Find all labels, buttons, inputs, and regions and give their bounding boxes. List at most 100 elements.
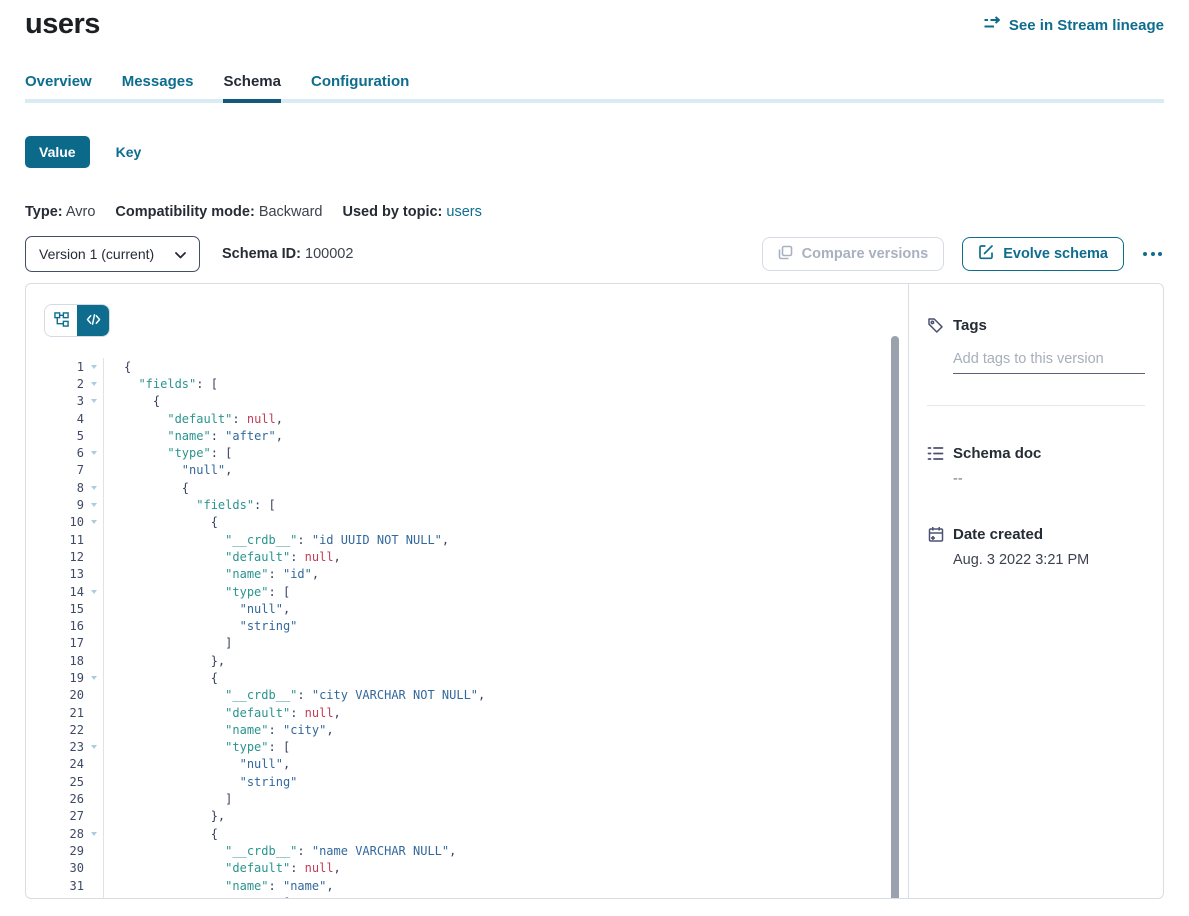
tree-view-button[interactable] (45, 305, 77, 336)
code-line: 10 { (44, 514, 908, 531)
gutter (84, 617, 104, 634)
calendar-plus-icon (927, 526, 944, 543)
code-text: "type": [ (104, 896, 290, 898)
gutter (84, 652, 104, 669)
compare-versions-button[interactable]: Compare versions (762, 237, 945, 271)
code-view-button[interactable] (77, 305, 109, 336)
code-line: 1{ (44, 358, 908, 375)
stream-lineage-link[interactable]: See in Stream lineage (984, 16, 1164, 34)
code-text: "null", (104, 757, 290, 771)
details-sidebar: Tags Schema doc -- (908, 284, 1163, 898)
code-text: }, (104, 654, 225, 668)
code-text: "default": null, (104, 706, 341, 720)
code-line: 32 "type": [ (44, 894, 908, 898)
fold-toggle-icon[interactable] (91, 486, 97, 490)
line-number: 1 (44, 360, 84, 374)
tab-configuration[interactable]: Configuration (311, 73, 409, 103)
evolve-schema-button[interactable]: Evolve schema (962, 237, 1124, 271)
chevron-down-icon (175, 246, 186, 262)
topic-link[interactable]: users (446, 204, 481, 220)
gutter (84, 566, 104, 583)
code-text: "string" (104, 619, 297, 633)
tab-schema[interactable]: Schema (223, 73, 281, 103)
code-text: }, (104, 809, 225, 823)
fold-toggle-icon[interactable] (91, 382, 97, 386)
gutter (84, 842, 104, 859)
line-number: 32 (44, 896, 84, 898)
code-line: 27 }, (44, 808, 908, 825)
line-number: 12 (44, 550, 84, 564)
code-lines: 1{2 "fields": [3 {4 "default": null,5 "n… (44, 358, 908, 898)
code-line: 14 "type": [ (44, 583, 908, 600)
fold-toggle-icon[interactable] (91, 399, 97, 403)
more-options-button[interactable] (1141, 246, 1164, 262)
code-line: 29 "__crdb__": "name VARCHAR NULL", (44, 842, 908, 859)
add-tags-input[interactable] (953, 349, 1145, 374)
code-line: 23 "type": [ (44, 739, 908, 756)
code-line: 22 "name": "city", (44, 721, 908, 738)
used-by-topic-field: Used by topic: users (342, 204, 481, 220)
tab-messages[interactable]: Messages (122, 73, 194, 103)
list-icon (927, 446, 944, 461)
code-text: "type": [ (104, 585, 290, 599)
code-line: 24 "null", (44, 756, 908, 773)
schema-page: users See in Stream lineage Overview Mes… (0, 0, 1189, 899)
stream-lineage-icon (984, 16, 1001, 34)
code-text: { (104, 827, 218, 841)
fold-toggle-icon[interactable] (91, 520, 97, 524)
code-text: "type": [ (104, 740, 290, 754)
line-number: 16 (44, 619, 84, 633)
code-text: "null", (104, 463, 232, 477)
code-line: 19 { (44, 669, 908, 686)
code-line: 18 }, (44, 652, 908, 669)
fold-toggle-icon[interactable] (91, 365, 97, 369)
line-number: 25 (44, 775, 84, 789)
code-text: { (104, 481, 189, 495)
line-number: 29 (44, 844, 84, 858)
code-text: "fields": [ (104, 498, 276, 512)
tab-overview[interactable]: Overview (25, 73, 92, 103)
line-number: 5 (44, 429, 84, 443)
fold-toggle-icon[interactable] (91, 745, 97, 749)
version-select-value: Version 1 (current) (39, 246, 154, 262)
gutter (84, 583, 104, 600)
code-text: "fields": [ (104, 377, 218, 391)
used-by-topic-label: Used by topic: (342, 204, 442, 220)
fold-toggle-icon[interactable] (91, 451, 97, 455)
line-number: 15 (44, 602, 84, 616)
value-toggle-button[interactable]: Value (25, 136, 90, 168)
code-text: "default": null, (104, 861, 341, 875)
line-number: 17 (44, 636, 84, 650)
code-text: "name": "after", (104, 429, 283, 443)
compare-versions-icon (778, 245, 793, 264)
tag-icon (927, 317, 944, 334)
fold-toggle-icon[interactable] (91, 832, 97, 836)
fold-toggle-icon[interactable] (91, 590, 97, 594)
code-line: 16 "string" (44, 617, 908, 634)
schema-panel: 1{2 "fields": [3 {4 "default": null,5 "n… (25, 283, 1164, 899)
schema-id-field: Schema ID: 100002 (222, 246, 353, 262)
tags-title: Tags (953, 317, 987, 334)
line-number: 3 (44, 394, 84, 408)
gutter (84, 462, 104, 479)
gutter (84, 669, 104, 686)
code-scrollbar[interactable] (891, 336, 899, 898)
line-number: 7 (44, 463, 84, 477)
gutter (84, 375, 104, 392)
code-text: "__crdb__": "id UUID NOT NULL", (104, 533, 449, 547)
fold-toggle-icon[interactable] (91, 676, 97, 680)
code-text: "string" (104, 775, 297, 789)
code-line: 12 "default": null, (44, 548, 908, 565)
line-number: 31 (44, 879, 84, 893)
code-line: 26 ] (44, 790, 908, 807)
tags-section-header: Tags (927, 317, 1145, 334)
key-toggle-link[interactable]: Key (116, 144, 142, 160)
line-number: 21 (44, 706, 84, 720)
page-title: users (25, 8, 100, 41)
schema-doc-header: Schema doc (927, 445, 1145, 462)
compare-versions-label: Compare versions (802, 246, 929, 262)
fold-toggle-icon[interactable] (91, 503, 97, 507)
code-line: 31 "name": "name", (44, 877, 908, 894)
code-text: "type": [ (104, 446, 232, 460)
version-select[interactable]: Version 1 (current) (25, 236, 200, 272)
